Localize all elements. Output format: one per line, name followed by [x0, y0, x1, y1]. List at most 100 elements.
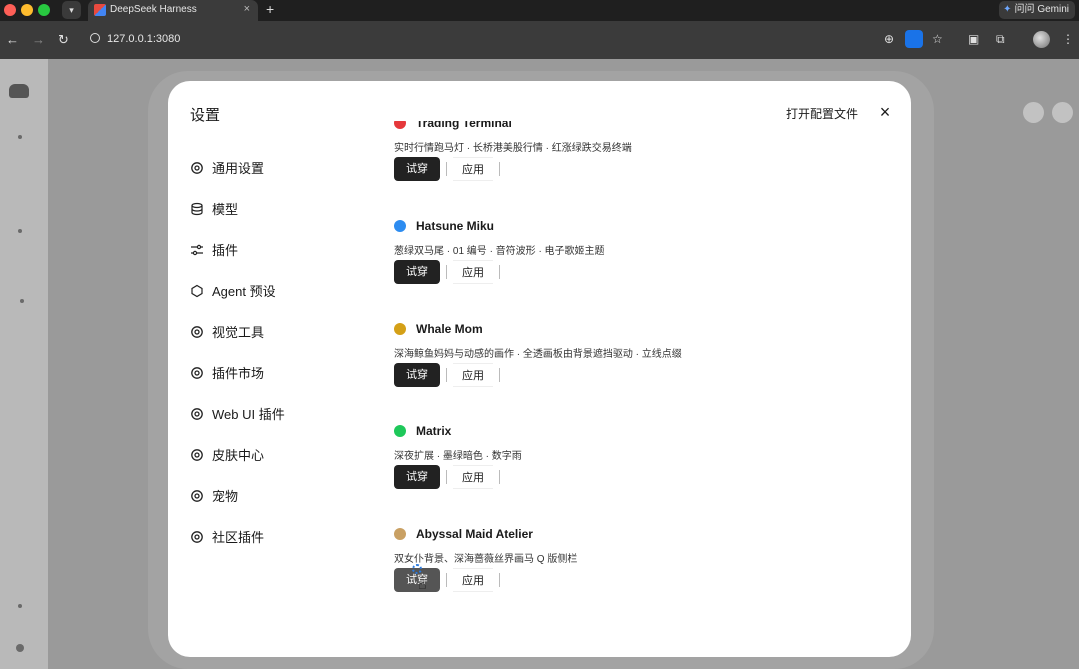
app-sidebar [0, 59, 48, 669]
skin-header: Trading Terminal [394, 121, 512, 133]
gear-icon [190, 325, 204, 339]
loading-spinner-icon [412, 564, 422, 574]
skin-list: Trading Terminal 实时行情跑马灯 · 长桥港美股行情 · 红涨绿跌… [394, 121, 894, 657]
nav-item[interactable]: 通用设置 [190, 147, 360, 188]
divider [499, 265, 500, 279]
gear-icon [190, 448, 204, 462]
window-close-button[interactable] [4, 4, 16, 16]
app-logo-icon [9, 84, 29, 98]
divider [446, 265, 447, 279]
nav-item[interactable]: 皮肤中心 [190, 434, 360, 475]
nav-item[interactable]: 插件市场 [190, 352, 360, 393]
skin-description: 深海鲸鱼妈妈与动感的画作 · 全透画板由背景遮挡驱动 · 立线点缀 [394, 349, 682, 360]
menu-icon[interactable]: ⋮ [1062, 32, 1074, 46]
try-on-button[interactable]: 试穿 [394, 157, 440, 181]
apply-button[interactable]: 应用 [453, 260, 493, 284]
nav-item-label: 视觉工具 [212, 325, 265, 340]
forward-button[interactable]: → [32, 32, 45, 47]
skin-actions: 试穿 应用 [394, 363, 506, 387]
nav-item[interactable]: 宠物 [190, 475, 360, 516]
nav-item-label: Web UI 插件 [212, 407, 285, 422]
window-minimize-button[interactable] [21, 4, 33, 16]
try-on-button[interactable]: 试穿 [394, 465, 440, 489]
database-icon [190, 202, 204, 216]
open-config-button[interactable]: 打开配置文件 [786, 105, 858, 122]
sidebar-dot-icon[interactable] [18, 135, 22, 139]
browser-tab-bar: ▾ DeepSeek Harness × + ✦ 问问 Gemini [0, 0, 1079, 21]
new-tab-button[interactable]: + [266, 1, 274, 17]
gear-icon [190, 161, 204, 175]
address-field[interactable]: 127.0.0.1:3080 [90, 33, 180, 45]
settings-modal: 设置 打开配置文件 × 通用设置 模型 插件 Agent 预设 视觉工具 插件市场 Web … [168, 81, 911, 657]
divider [499, 162, 500, 176]
settings-icon[interactable] [16, 644, 24, 652]
gear-icon [190, 530, 204, 544]
divider [446, 368, 447, 382]
nav-item-label: 皮肤中心 [212, 448, 265, 463]
skin-color-dot-icon [394, 323, 406, 335]
divider [499, 470, 500, 484]
sidebar-dot-icon[interactable] [20, 299, 24, 303]
skin-actions: 试穿 应用 [394, 465, 506, 489]
skin-name: Matrix [416, 424, 452, 438]
minimize-button[interactable] [1023, 102, 1044, 123]
skin-description: 双女仆背景、深海蔷薇丝界画马 Q 版侧栏 [394, 554, 578, 565]
skin-actions: 试穿 应用 [394, 157, 506, 181]
nav-item-label: Agent 预设 [212, 284, 276, 299]
skin-name: Whale Mom [416, 322, 483, 336]
tab-close-icon[interactable]: × [244, 3, 250, 15]
maximize-button[interactable] [1052, 102, 1073, 123]
skin-actions: 试穿 应用 [394, 260, 506, 284]
skin-description: 深夜扩展 · 墨绿暗色 · 数字雨 [394, 451, 522, 462]
sparkle-icon: ✦ [1003, 4, 1012, 15]
tab-title: DeepSeek Harness [110, 4, 197, 15]
tab-search-button[interactable]: ▾ [62, 1, 81, 19]
modal-title: 设置 [190, 107, 221, 124]
divider [446, 470, 447, 484]
favicon-icon [94, 4, 106, 16]
skin-header: Hatsune Miku [394, 216, 494, 236]
back-button[interactable]: ← [6, 32, 19, 47]
site-info-icon[interactable] [90, 33, 100, 43]
gear-icon [190, 366, 204, 380]
apply-button[interactable]: 应用 [453, 363, 493, 387]
gear-icon [190, 489, 204, 503]
skin-color-dot-icon [394, 528, 406, 540]
skin-name: Hatsune Miku [416, 219, 495, 233]
try-on-button[interactable]: 试穿 [394, 260, 440, 284]
window-maximize-button[interactable] [38, 4, 50, 16]
skin-name: Trading Terminal [416, 121, 512, 130]
nav-item[interactable]: Web UI 插件 [190, 393, 360, 434]
nav-item[interactable]: 模型 [190, 188, 360, 229]
nav-item-label: 社区插件 [212, 530, 265, 545]
nav-item[interactable]: 社区插件 [190, 516, 360, 557]
nav-item[interactable]: 插件 [190, 229, 360, 270]
skin-name: Abyssal Maid Atelier [416, 527, 533, 541]
nav-item-label: 通用设置 [212, 161, 265, 176]
nav-item-label: 模型 [212, 202, 239, 217]
divider [499, 573, 500, 587]
apply-button[interactable]: 应用 [453, 157, 493, 181]
apply-button[interactable]: 应用 [453, 465, 493, 489]
bookmark-star-icon[interactable]: ☆ [932, 32, 943, 46]
nav-item-label: 宠物 [212, 489, 239, 504]
sidebar-dot-icon[interactable] [18, 229, 22, 233]
puzzle-icon[interactable]: ⧉ [996, 32, 1005, 47]
browser-tab[interactable]: DeepSeek Harness × [88, 0, 258, 21]
nav-item[interactable]: Agent 预设 [190, 270, 360, 311]
divider [446, 573, 447, 587]
cast-icon[interactable] [905, 30, 923, 48]
apply-button[interactable]: 应用 [453, 568, 493, 592]
profile-avatar[interactable] [1033, 31, 1050, 48]
skin-actions: 试穿 应用 [394, 568, 506, 592]
zoom-icon[interactable]: ⊕ [884, 32, 894, 46]
sidebar-dot-icon[interactable] [18, 604, 22, 608]
nav-item[interactable]: 视觉工具 [190, 311, 360, 352]
reload-button[interactable]: ↻ [58, 32, 69, 48]
gemini-button[interactable]: ✦ 问问 Gemini [999, 1, 1075, 19]
skin-header: Whale Mom [394, 319, 483, 339]
nav-item-label: 插件 [212, 243, 239, 258]
try-on-button[interactable]: 试穿 [394, 363, 440, 387]
skin-color-dot-icon [394, 121, 406, 129]
extension-icon[interactable]: ▣ [968, 32, 979, 46]
